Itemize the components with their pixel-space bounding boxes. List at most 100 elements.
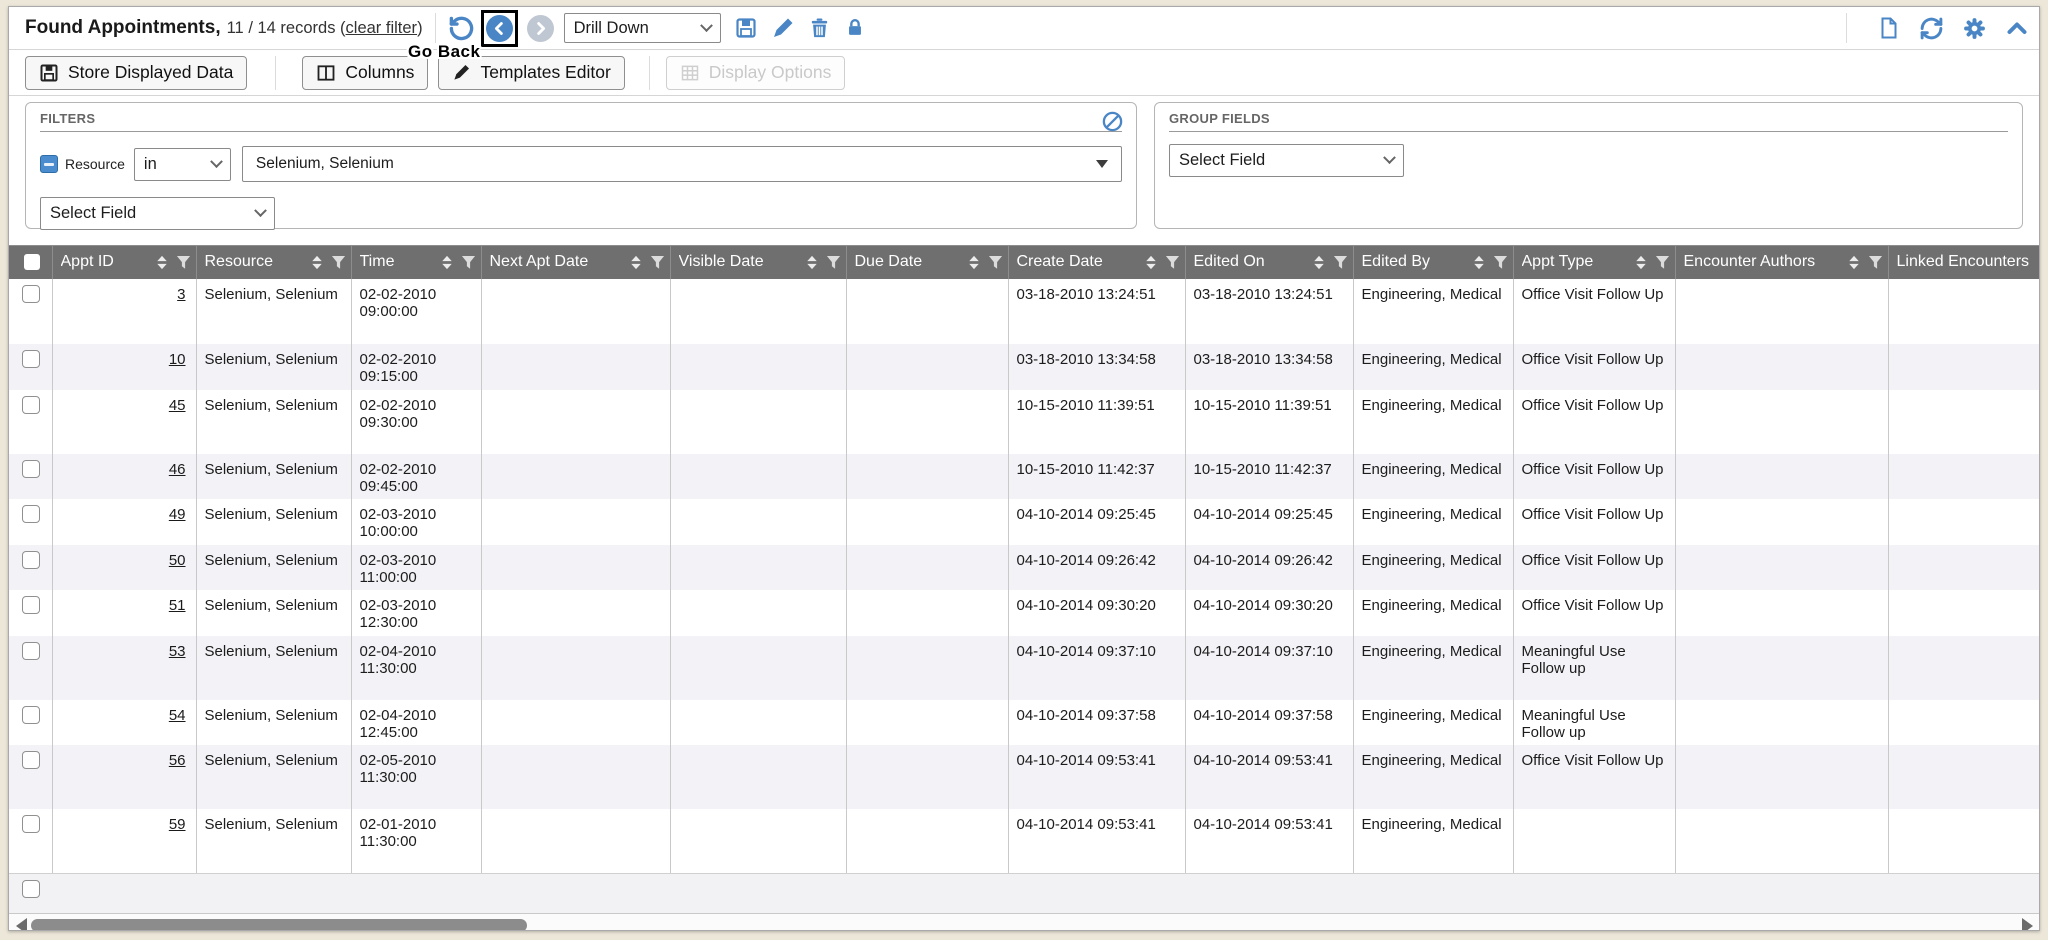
- add-filter-field-select[interactable]: Select Field: [40, 197, 275, 230]
- filter-funnel-icon[interactable]: [1333, 255, 1348, 270]
- scrollbar-thumb[interactable]: [31, 919, 527, 932]
- column-header-appt_id[interactable]: Appt ID: [52, 246, 196, 279]
- column-header-resource[interactable]: Resource: [196, 246, 351, 279]
- edit-view-icon[interactable]: [771, 16, 795, 40]
- appt-id-link[interactable]: 49: [169, 506, 186, 523]
- sort-icon[interactable]: [154, 254, 170, 271]
- row-checkbox[interactable]: [22, 285, 40, 303]
- appt-id-link[interactable]: 46: [169, 461, 186, 478]
- cell-visible_date: [670, 499, 846, 545]
- new-document-icon[interactable]: [1877, 16, 1901, 40]
- column-header-appt_type[interactable]: Appt Type: [1513, 246, 1675, 279]
- appt-id-link[interactable]: 45: [169, 397, 186, 414]
- appt-id-link[interactable]: 59: [169, 816, 186, 833]
- delete-view-icon[interactable]: [808, 17, 831, 40]
- appt-id-link[interactable]: 3: [177, 286, 185, 303]
- refresh-icon[interactable]: [1919, 16, 1944, 41]
- row-checkbox[interactable]: [22, 505, 40, 523]
- sort-icon[interactable]: [1471, 254, 1487, 271]
- store-displayed-data-button[interactable]: Store Displayed Data: [25, 56, 247, 90]
- sort-icon[interactable]: [804, 254, 820, 271]
- column-header-edited_on[interactable]: Edited On: [1185, 246, 1353, 279]
- display-options-button[interactable]: Display Options: [666, 56, 846, 90]
- scroll-left-arrow-icon[interactable]: [16, 918, 27, 932]
- column-header-visible_date[interactable]: Visible Date: [670, 246, 846, 279]
- row-checkbox[interactable]: [22, 460, 40, 478]
- save-view-icon[interactable]: [734, 16, 758, 40]
- cell-linked_encounters: [1888, 745, 2040, 809]
- column-header-edited_by[interactable]: Edited By: [1353, 246, 1513, 279]
- cell-linked_encounters: [1888, 636, 2040, 700]
- column-label: Resource: [205, 253, 273, 271]
- column-label: Time: [360, 253, 395, 271]
- appt-id-link[interactable]: 10: [169, 351, 186, 368]
- appt-id-link[interactable]: 54: [169, 707, 186, 724]
- lock-view-icon[interactable]: [844, 17, 866, 39]
- column-header-next_apt_date[interactable]: Next Apt Date: [481, 246, 670, 279]
- clear-filter-link[interactable]: clear filter: [346, 19, 418, 37]
- scroll-right-arrow-icon[interactable]: [2022, 918, 2033, 932]
- select-all-checkbox[interactable]: [24, 254, 40, 270]
- appt-id-link[interactable]: 53: [169, 643, 186, 660]
- column-header-due_date[interactable]: Due Date: [846, 246, 1008, 279]
- table-row: 46Selenium, Selenium02-02-2010 09:45:001…: [9, 454, 2040, 499]
- filter-funnel-icon[interactable]: [1165, 255, 1180, 270]
- row-checkbox[interactable]: [22, 642, 40, 660]
- filter-funnel-icon[interactable]: [988, 255, 1003, 270]
- appt-id-link[interactable]: 50: [169, 552, 186, 569]
- footer-checkbox[interactable]: [22, 880, 40, 898]
- group-field-select[interactable]: Select Field: [1169, 144, 1404, 177]
- undo-icon[interactable]: [448, 15, 475, 42]
- remove-filter-checkbox[interactable]: [40, 155, 58, 173]
- column-header-create_date[interactable]: Create Date: [1008, 246, 1185, 279]
- filter-funnel-icon[interactable]: [1493, 255, 1508, 270]
- row-checkbox[interactable]: [22, 551, 40, 569]
- dropdown-arrow-icon: [1096, 160, 1108, 168]
- appt-id-link[interactable]: 51: [169, 597, 186, 614]
- clear-filters-icon[interactable]: [1101, 110, 1124, 138]
- sort-icon[interactable]: [439, 254, 455, 271]
- row-checkbox[interactable]: [22, 815, 40, 833]
- row-checkbox[interactable]: [22, 596, 40, 614]
- filter-funnel-icon[interactable]: [176, 255, 191, 270]
- filter-operator-select[interactable]: in: [134, 148, 231, 181]
- cell-encounter_authors: [1675, 545, 1888, 590]
- cell-time: 02-04-2010 12:45:00: [351, 700, 481, 745]
- column-label: Appt Type: [1522, 253, 1594, 271]
- appt-id-link[interactable]: 56: [169, 752, 186, 769]
- row-checkbox[interactable]: [22, 751, 40, 769]
- sort-icon[interactable]: [628, 254, 644, 271]
- sort-icon[interactable]: [1143, 254, 1159, 271]
- filter-funnel-icon[interactable]: [826, 255, 841, 270]
- go-back-button[interactable]: [486, 15, 513, 42]
- filter-funnel-icon[interactable]: [461, 255, 476, 270]
- row-checkbox[interactable]: [22, 706, 40, 724]
- column-header-encounter_authors[interactable]: Encounter Authors: [1675, 246, 1888, 279]
- filter-funnel-icon[interactable]: [1655, 255, 1670, 270]
- filter-funnel-icon[interactable]: [650, 255, 665, 270]
- row-checkbox[interactable]: [22, 350, 40, 368]
- row-checkbox[interactable]: [22, 396, 40, 414]
- page-title: Found Appointments,: [25, 17, 221, 39]
- drill-down-select[interactable]: Drill Down: [564, 13, 721, 43]
- column-header-time[interactable]: Time: [351, 246, 481, 279]
- sort-icon[interactable]: [309, 254, 325, 271]
- sort-icon[interactable]: [1633, 254, 1649, 271]
- filter-funnel-icon[interactable]: [331, 255, 346, 270]
- go-forward-button[interactable]: [527, 15, 554, 42]
- collapse-panel-icon[interactable]: [2005, 16, 2029, 40]
- row-checkbox-cell: [9, 545, 52, 590]
- cell-edited_by: Engineering, Medical: [1353, 454, 1513, 499]
- cell-next_apt_date: [481, 454, 670, 499]
- grid-icon: [680, 63, 700, 83]
- column-header-linked_encounters[interactable]: Linked Encounters: [1888, 246, 2040, 279]
- sort-icon[interactable]: [1846, 254, 1862, 271]
- filter-value-combo[interactable]: Selenium, Selenium: [242, 146, 1122, 182]
- cell-appt_id: 49: [52, 499, 196, 545]
- sort-icon[interactable]: [966, 254, 982, 271]
- gear-icon[interactable]: [1962, 16, 1987, 41]
- toolbar-divider: [275, 56, 276, 90]
- select-all-header-cell: [9, 246, 52, 279]
- sort-icon[interactable]: [1311, 254, 1327, 271]
- filter-funnel-icon[interactable]: [1868, 255, 1883, 270]
